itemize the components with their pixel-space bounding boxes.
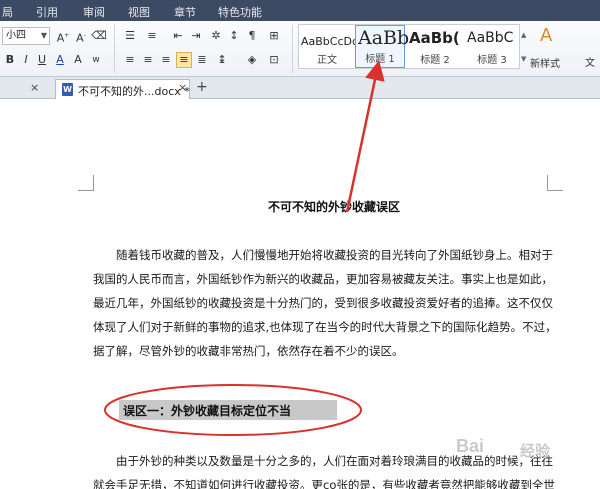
style-heading-1[interactable]: AaBb 标题 1 [355,25,409,68]
menu-item-sections[interactable]: 章节 [174,4,196,20]
body-paragraph-2: 由于外钞的种类以及数量是十分之多的，人们在面对着玲琅满目的收藏品的时候，往往 就… [93,449,563,489]
decrease-indent-icon[interactable]: ⇤ [170,28,186,44]
style-sample: AaBb( [409,29,460,47]
ribbon-separator [292,25,293,73]
gallery-more-icon[interactable]: ▼ [521,55,526,63]
new-style-icon: A [540,25,553,46]
borders-icon[interactable]: ⊡ [266,52,282,68]
menu-item-special-features[interactable]: 特色功能 [218,4,262,20]
numbered-list-icon[interactable]: ≡ [144,28,160,44]
menu-item-layout[interactable]: 局 [2,4,13,20]
menu-item-review[interactable]: 审阅 [83,4,105,20]
style-name: 标题 1 [365,54,395,65]
align-right-icon[interactable]: ≡ [158,52,174,68]
ribbon-toolbar: 小四 ▼ A+ A- ⌫ B I U A A w ☰ ≡ ⇤ ⇥ ✲ ↕ ¶ ⊞… [0,21,600,77]
style-sample: AaBb [358,27,410,49]
margin-corner-right [547,175,563,191]
style-name: 正文 [317,55,337,66]
tab-close-icon[interactable]: × [178,81,187,94]
paragraph-line: 最近几年，外国纸钞的收藏投资是十分热门的，受到很多收藏投资爱好者的追捧。这不仅仅 [93,296,553,310]
shrink-font-icon[interactable]: A- [73,28,89,45]
distributed-icon[interactable]: ≣ [194,52,210,68]
watermark-logo-text: 经验 [520,442,551,460]
chevron-down-icon: ▼ [40,31,47,40]
align-center-icon[interactable]: ≡ [140,52,156,68]
ribbon-separator [114,25,115,73]
document-tab[interactable]: W 不可不知的外...docx * [55,79,190,99]
paragraph-line: 我国的人民币而言，外国纸钞作为新兴的收藏品，更加容易被藏友关注。事实上也是如此， [93,272,553,286]
close-icon[interactable]: × [30,81,39,94]
table-icon[interactable]: ⊞ [266,28,282,44]
document-canvas[interactable]: 不可不知的外钞收藏误区 随着钱币收藏的普及，人们慢慢地开始将收藏投资的目光转向了… [0,99,600,489]
style-heading-3[interactable]: AaBbC 标题 3 [465,25,519,68]
document-tab-bar: × W 不可不知的外...docx * × + [0,77,600,99]
font-size-select[interactable]: 小四 ▼ [2,27,50,45]
gallery-up-icon[interactable]: ▲ [521,31,526,39]
paragraph-line: 据了解，尽管外钞的收藏非常热门，依然存在着不少的误区。 [93,344,404,358]
line-spacing-icon[interactable]: ↨ [214,52,230,68]
clear-format-icon[interactable]: ⌫ [91,28,107,44]
body-paragraph: 随着钱币收藏的普及，人们慢慢地开始将收藏投资的目光转向了外国纸钞身上。相对于 我… [93,243,557,363]
document-title: 不可不知的外钞收藏误区 [268,200,401,214]
bold-icon[interactable]: B [2,52,18,68]
font-size-value: 小四 [6,30,26,41]
highlight-icon[interactable]: A [70,52,86,68]
word-document-icon: W [62,83,73,96]
style-normal[interactable]: AaBbCcDc 正文 [299,25,359,68]
paragraph-line: 就会手足无措，不知道如何进行收藏投资。更со张的是，有些收藏者竟然把能够收藏到全… [93,478,555,489]
paragraph-line: 体现了人们对于新鲜的事物的追求,也体现了在当今的时代大背景之下的国际化趋势。不过… [93,320,557,334]
shading-icon[interactable]: ◈ [244,52,260,68]
menu-item-references[interactable]: 引用 [36,4,58,20]
justify-icon[interactable]: ≡ [176,52,192,68]
menu-item-view[interactable]: 视图 [128,4,150,20]
new-style-button[interactable]: A 新样式 [528,23,572,71]
underline-icon[interactable]: U [34,52,50,68]
styles-gallery: AaBbCcDc 正文 AaBb 标题 1 AaBb( 标题 2 AaBbC 标… [298,24,520,69]
paragraph-line: 由于外钞的种类以及数量是十分之多的，人们在面对着玲琅满目的收藏品的时候，往往 [116,454,553,468]
align-left-icon[interactable]: ≡ [122,52,138,68]
phonetic-icon[interactable]: w [88,52,104,68]
style-sample: AaBbCcDc [301,35,359,48]
section-heading: 误区一：外钞收藏目标定位不当 [123,404,292,418]
show-marks-icon[interactable]: ¶ [244,28,260,44]
new-tab-button[interactable]: + [196,79,208,95]
style-name: 标题 2 [420,55,450,66]
style-name: 标题 3 [477,55,507,66]
document-tab-label: 不可不知的外...docx * [78,85,190,98]
paragraph-line: 随着钱币收藏的普及，人们慢慢地开始将收藏投资的目光转向了外国纸钞身上。相对于 [116,248,553,262]
chinese-layout-icon[interactable]: ✲ [208,28,224,44]
italic-icon[interactable]: I [18,52,34,68]
font-color-icon[interactable]: A [52,52,68,68]
menu-bar: 局 引用 审阅 视图 章节 特色功能 [0,0,600,21]
ribbon-edge-label[interactable]: 文 [585,54,595,69]
bullet-list-icon[interactable]: ☰ [122,28,138,44]
sort-icon[interactable]: ↕ [226,28,242,44]
increase-indent-icon[interactable]: ⇥ [188,28,204,44]
watermark-logo: Bai [456,436,485,456]
new-style-label: 新样式 [530,59,560,70]
margin-corner-left [78,175,94,191]
style-sample: AaBbC [467,30,514,46]
grow-font-icon[interactable]: A+ [55,28,71,45]
style-heading-2[interactable]: AaBb( 标题 2 [407,25,463,68]
